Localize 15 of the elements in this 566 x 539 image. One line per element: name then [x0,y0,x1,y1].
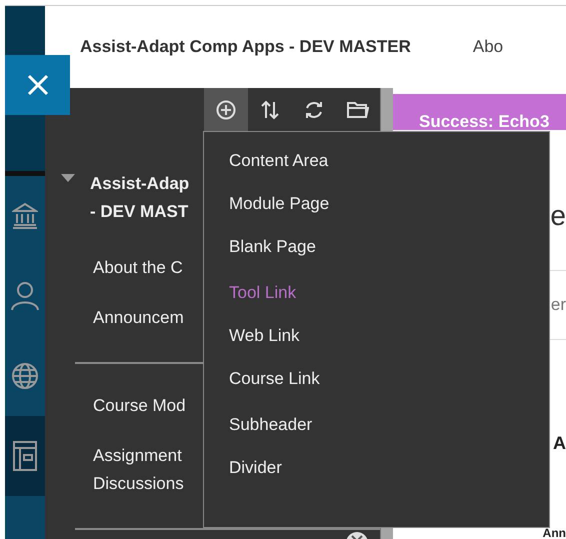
menu-item[interactable]: Tool Link [229,278,296,307]
course-menu-title[interactable]: Assist-Adap - DEV MAST [90,170,190,226]
content-text: e [549,200,566,233]
course-title: Assist-Adapt Comp Apps - DEV MASTER [80,37,411,57]
content-text: Ann [542,527,566,539]
menu-item[interactable]: Course Link [229,364,320,393]
menu-item[interactable]: Divider [229,453,282,482]
menu-item[interactable]: Content Area [229,146,328,175]
menu-item[interactable]: Subheader [229,410,312,439]
menu-item[interactable]: Module Page [229,189,330,218]
content-text: A [552,433,566,453]
nav-link[interactable]: Abo [472,37,504,57]
success-banner: Success: Echo3 [393,94,566,130]
menu-item[interactable]: Web Link [229,321,300,350]
menu-item[interactable]: Blank Page [229,232,316,261]
